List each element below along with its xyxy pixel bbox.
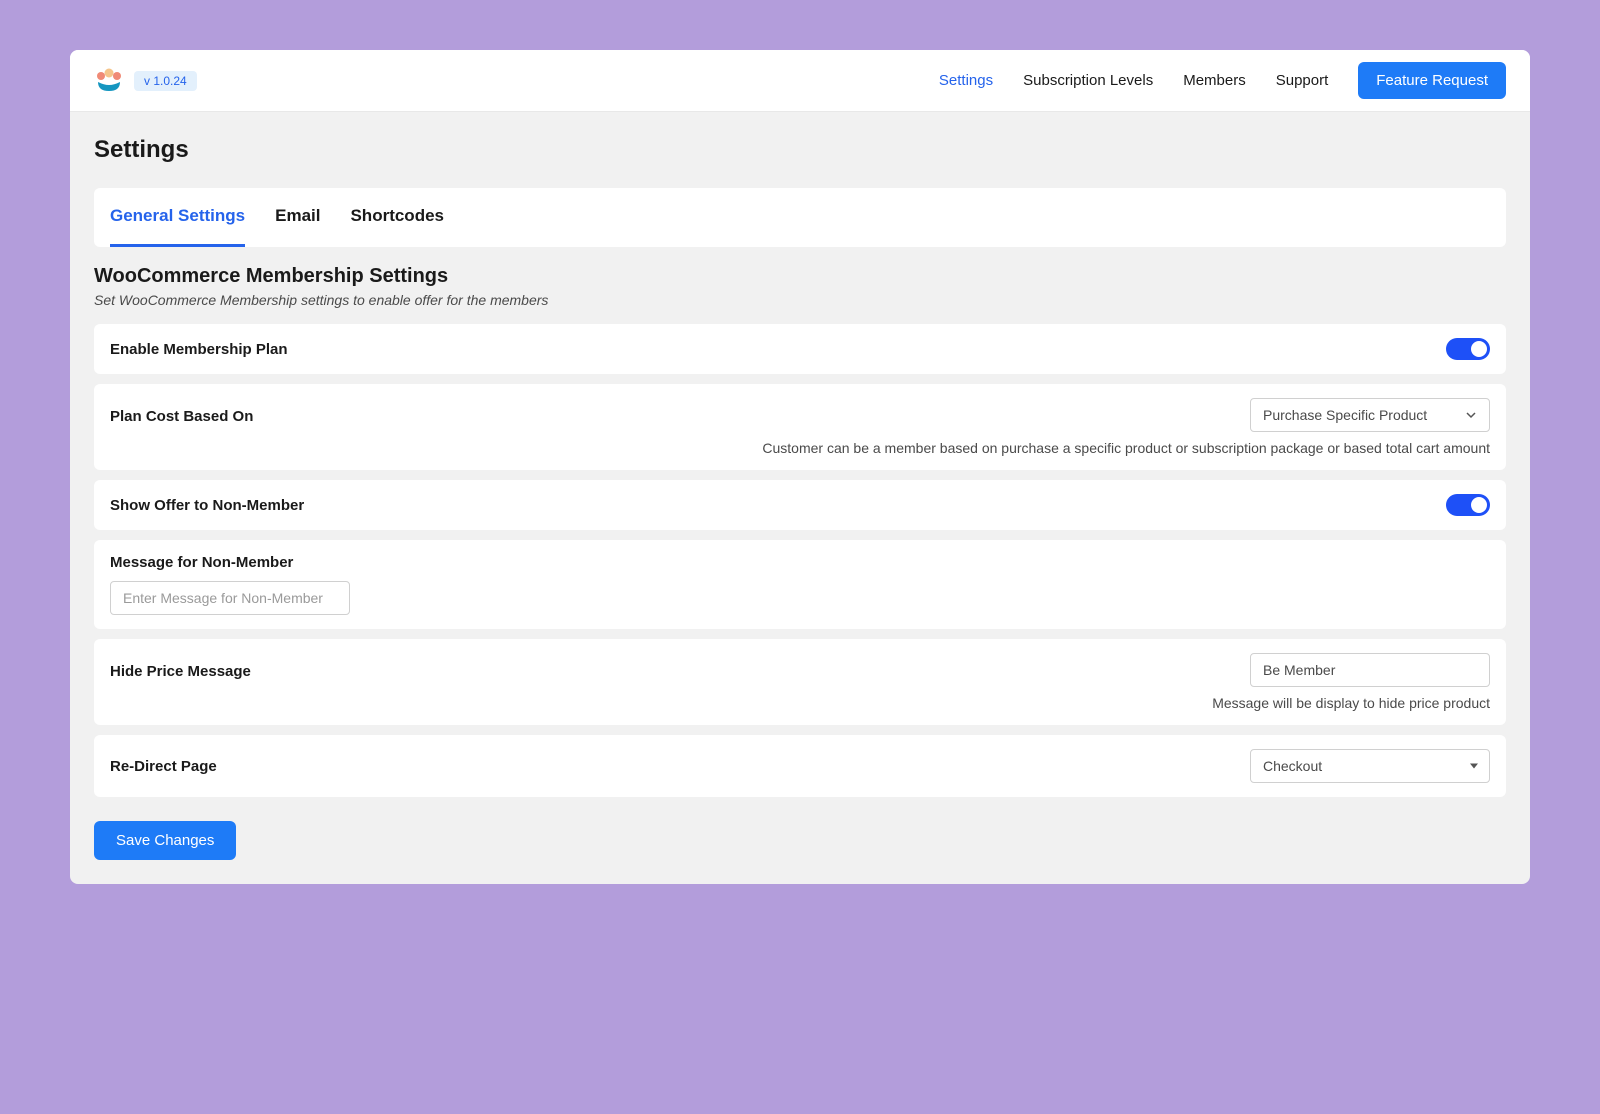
version-badge: v 1.0.24 [134, 71, 197, 91]
tab-shortcodes[interactable]: Shortcodes [350, 188, 444, 247]
setting-plan-cost: Plan Cost Based On Purchase Specific Pro… [94, 384, 1506, 470]
header: v 1.0.24 Settings Subscription Levels Me… [70, 50, 1530, 112]
nav-settings[interactable]: Settings [939, 72, 993, 89]
plan-cost-help: Customer can be a member based on purcha… [110, 440, 1490, 456]
setting-message-non-member: Message for Non-Member [94, 540, 1506, 629]
hide-price-input[interactable] [1250, 653, 1490, 687]
show-offer-toggle[interactable] [1446, 494, 1490, 516]
show-offer-label: Show Offer to Non-Member [110, 497, 304, 514]
main-content: Settings General Settings Email Shortcod… [70, 112, 1530, 884]
hide-price-help: Message will be display to hide price pr… [1212, 695, 1490, 711]
plan-cost-label: Plan Cost Based On [110, 398, 253, 425]
redirect-label: Re-Direct Page [110, 758, 217, 775]
people-icon [94, 67, 124, 95]
main-nav: Settings Subscription Levels Members Sup… [939, 62, 1506, 99]
setting-show-offer: Show Offer to Non-Member [94, 480, 1506, 530]
logo-section: v 1.0.24 [94, 67, 197, 95]
feature-request-button[interactable]: Feature Request [1358, 62, 1506, 99]
section-title: WooCommerce Membership Settings [94, 265, 1506, 288]
enable-plan-label: Enable Membership Plan [110, 341, 288, 358]
setting-redirect: Re-Direct Page Checkout [94, 735, 1506, 797]
section-subtitle: Set WooCommerce Membership settings to e… [94, 292, 1506, 308]
message-non-member-label: Message for Non-Member [110, 554, 1490, 571]
tab-general-settings[interactable]: General Settings [110, 188, 245, 247]
nav-members[interactable]: Members [1183, 72, 1246, 89]
settings-tabs: General Settings Email Shortcodes [94, 188, 1506, 247]
page-title: Settings [94, 136, 1506, 164]
tab-email[interactable]: Email [275, 188, 320, 247]
nav-support[interactable]: Support [1276, 72, 1329, 89]
message-non-member-input[interactable] [110, 581, 350, 615]
setting-enable-plan: Enable Membership Plan [94, 324, 1506, 374]
plan-cost-select[interactable]: Purchase Specific Product [1250, 398, 1490, 432]
hide-price-label: Hide Price Message [110, 653, 251, 680]
save-button[interactable]: Save Changes [94, 821, 236, 860]
redirect-select[interactable]: Checkout [1250, 749, 1490, 783]
setting-hide-price: Hide Price Message Message will be displ… [94, 639, 1506, 725]
enable-plan-toggle[interactable] [1446, 338, 1490, 360]
app-container: v 1.0.24 Settings Subscription Levels Me… [70, 50, 1530, 884]
nav-subscription-levels[interactable]: Subscription Levels [1023, 72, 1153, 89]
